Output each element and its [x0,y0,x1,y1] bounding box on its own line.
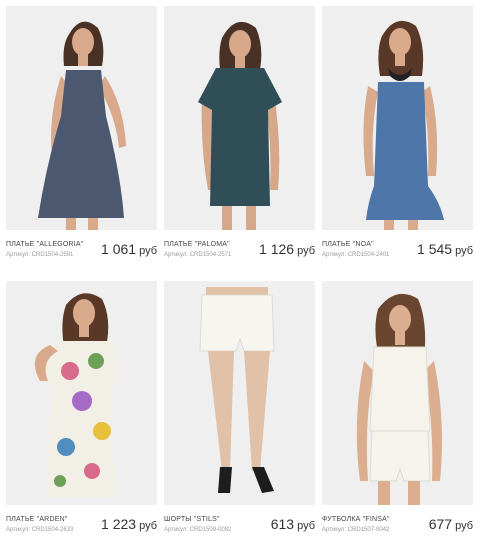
product-sku: Артикул: CRD1509-0082 [164,527,232,533]
product-card[interactable]: ПЛАТЬЕ "PALOMA" Артикул: CRD1504-2571 1 … [164,6,315,268]
product-price: 613 руб [270,516,315,532]
product-photo[interactable] [322,281,473,505]
product-sku: Артикул: CRD1504-2571 [164,252,232,258]
product-photo[interactable] [6,281,157,505]
product-grid: ПЛАТЬЕ "ALLEGORIA" Артикул: CRD1504-2591… [0,0,484,543]
product-sku: Артикул: CRD1504-2401 [322,252,390,258]
product-price: 1 223 руб [101,516,157,532]
product-card[interactable]: ФУТБОЛКА "FINSA" Артикул: CRD1507-0042 6… [322,281,473,543]
product-price: 1 126 руб [259,241,315,257]
product-price: 1 061 руб [101,241,157,257]
product-card[interactable]: ПЛАТЬЕ "ARDEN" Артикул: CRD1504-2633 1 2… [6,281,157,543]
product-card[interactable]: ПЛАТЬЕ "NOA" Артикул: CRD1504-2401 1 545… [322,6,473,268]
product-name[interactable]: ШОРТЫ "STILS" [164,516,220,523]
product-photo[interactable] [6,6,157,230]
product-card[interactable]: ШОРТЫ "STILS" Артикул: CRD1509-0082 613 р… [164,281,315,543]
product-photo[interactable] [164,281,315,505]
product-name[interactable]: ПЛАТЬЕ "ALLEGORIA" [6,241,83,248]
product-photo[interactable] [322,6,473,230]
product-sku: Артикул: CRD1504-2633 [6,527,74,533]
product-name[interactable]: ПЛАТЬЕ "PALOMA" [164,241,230,248]
product-card[interactable]: ПЛАТЬЕ "ALLEGORIA" Артикул: CRD1504-2591… [6,6,157,268]
product-name[interactable]: ПЛАТЬЕ "ARDEN" [6,516,68,523]
product-price: 1 545 руб [417,241,473,257]
product-price: 677 руб [428,516,473,532]
product-photo[interactable] [164,6,315,230]
product-sku: Артикул: CRD1507-0042 [322,527,390,533]
product-name[interactable]: ФУТБОЛКА "FINSA" [322,516,390,523]
product-name[interactable]: ПЛАТЬЕ "NOA" [322,241,374,248]
product-sku: Артикул: CRD1504-2591 [6,252,74,258]
